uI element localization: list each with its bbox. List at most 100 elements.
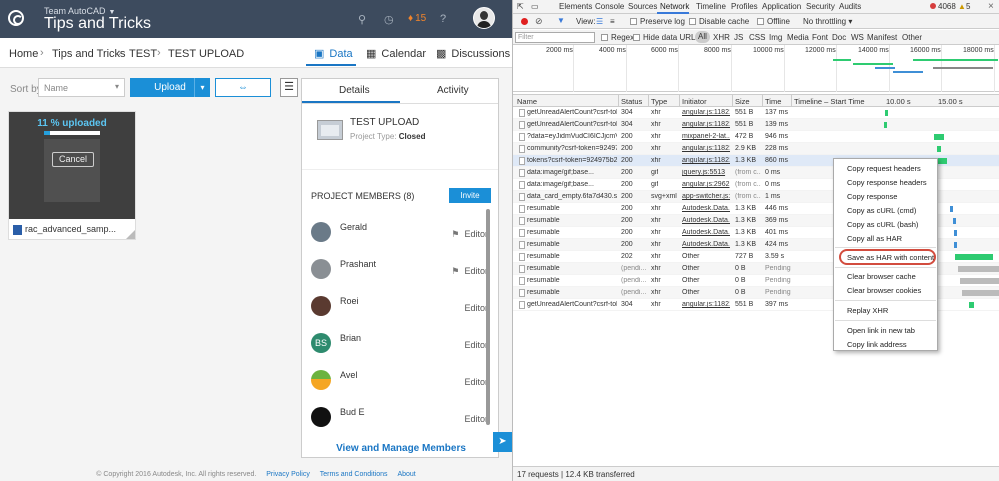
device-icon[interactable]: ▭: [531, 2, 539, 11]
member-role[interactable]: Editor: [464, 303, 488, 313]
member-row[interactable]: Roei Editor: [302, 296, 490, 326]
request-initiator[interactable]: Autodesk.Data...: [682, 229, 730, 236]
filter-type-css[interactable]: CSS: [749, 33, 765, 42]
regex-checkbox[interactable]: Regex: [601, 33, 634, 42]
tab-details[interactable]: Details: [339, 85, 370, 96]
request-initiator[interactable]: angular.js:11821: [682, 145, 730, 152]
tab-activity[interactable]: Activity: [437, 85, 469, 96]
request-row[interactable]: community?csrf-token=92497... 200 xhr angul…: [513, 143, 999, 155]
offline-checkbox[interactable]: Offline: [757, 17, 790, 26]
terms-link[interactable]: Terms and Conditions: [320, 471, 388, 478]
error-count[interactable]: 4068 ▲5: [930, 2, 970, 11]
tab-audits[interactable]: Audits: [839, 2, 861, 11]
privacy-link[interactable]: Privacy Policy: [266, 471, 310, 478]
inspect-icon[interactable]: ⇱: [517, 2, 524, 11]
help-icon[interactable]: ?: [440, 13, 446, 25]
member-row[interactable]: BS Brian Editor: [302, 333, 490, 363]
file-name[interactable]: rac_advanced_samp...: [13, 224, 116, 235]
app-logo-icon[interactable]: [8, 10, 24, 26]
breadcrumb-home[interactable]: Home: [9, 48, 38, 60]
tab-profiles[interactable]: Profiles: [731, 2, 758, 11]
request-initiator[interactable]: Autodesk.Data...: [682, 217, 730, 224]
column-time[interactable]: Time: [765, 97, 781, 106]
filter-type-font[interactable]: Font: [812, 33, 828, 42]
clear-icon[interactable]: ⊘: [535, 16, 543, 27]
request-initiator[interactable]: angular.js:2962: [682, 181, 730, 188]
filter-input[interactable]: Filter: [515, 32, 595, 43]
tab-network[interactable]: Network: [660, 2, 689, 11]
tab-application[interactable]: Application: [762, 2, 801, 11]
request-row[interactable]: getUnreadAlertCount?csrf-tok... 304 xhr ang…: [513, 119, 999, 131]
upload-dropdown-icon[interactable]: ▾: [194, 78, 210, 97]
request-initiator[interactable]: angular.js:11821: [682, 109, 730, 116]
tab-discussions[interactable]: ▩ Discussions: [436, 47, 510, 60]
column-status[interactable]: Status: [621, 97, 642, 106]
menu-item-copy-as-curl-bash[interactable]: Copy as cURL (bash): [847, 220, 918, 229]
filter-icon[interactable]: ▼: [557, 16, 565, 25]
request-initiator[interactable]: app-switcher.js:1: [682, 193, 730, 200]
filter-type-ws[interactable]: WS: [851, 33, 864, 42]
menu-item-copy-request-headers[interactable]: Copy request headers: [847, 164, 921, 173]
column-name[interactable]: Name: [517, 97, 537, 106]
request-initiator[interactable]: jquery.js:5513: [682, 169, 730, 176]
about-link[interactable]: About: [397, 471, 415, 478]
feedback-button[interactable]: ➤: [493, 432, 512, 452]
view-menu-button[interactable]: ☰: [280, 78, 298, 97]
tab-sources[interactable]: Sources: [628, 2, 657, 11]
search-icon[interactable]: ⚲: [358, 13, 366, 26]
member-role[interactable]: Editor: [464, 340, 488, 350]
tab-elements[interactable]: Elements: [559, 2, 592, 11]
breadcrumb-folder[interactable]: TEST: [129, 48, 157, 60]
request-row[interactable]: getUnreadAlertCount?csrf-tok... 304 xhr ang…: [513, 107, 999, 119]
column-type[interactable]: Type: [651, 97, 667, 106]
menu-item-clear-browser-cookies[interactable]: Clear browser cookies: [847, 286, 921, 295]
column-size[interactable]: Size: [735, 97, 750, 106]
file-card[interactable]: 11 % uploaded Cancel rac_advanced_samp..…: [8, 111, 136, 240]
member-row[interactable]: Gerald ⚑ Editor: [302, 222, 490, 252]
menu-item-copy-as-curl-cmd[interactable]: Copy as cURL (cmd): [847, 206, 916, 215]
menu-item-clear-browser-cache[interactable]: Clear browser cache: [847, 272, 916, 281]
request-initiator[interactable]: angular.js:11821: [682, 157, 730, 164]
menu-item-replay-xhr[interactable]: Replay XHR: [847, 306, 888, 315]
member-row[interactable]: Bud E Editor: [302, 407, 490, 437]
tab-timeline[interactable]: Timeline: [696, 2, 726, 11]
tab-calendar[interactable]: ▦ Calendar: [366, 47, 426, 60]
menu-item-copy-response[interactable]: Copy response: [847, 192, 897, 201]
menu-item-copy-response-headers[interactable]: Copy response headers: [847, 178, 927, 187]
request-initiator[interactable]: mixpanel-2-lat...: [682, 133, 730, 140]
filter-type-js[interactable]: JS: [734, 33, 743, 42]
preserve-log-checkbox[interactable]: Preserve log: [630, 17, 685, 26]
breadcrumb-project[interactable]: Tips and Tricks: [52, 48, 126, 60]
network-overview[interactable]: 2000 ms 4000 ms 6000 ms 8000 ms 10000 ms…: [513, 45, 999, 92]
member-row[interactable]: Avel Editor: [302, 370, 490, 400]
member-role[interactable]: ⚑ Editor: [451, 229, 488, 240]
notifications-button[interactable]: ♦ 15: [408, 13, 426, 24]
view-manage-members-link[interactable]: View and Manage Members: [302, 443, 498, 454]
column-initiator[interactable]: Initiator: [682, 97, 707, 106]
throttle-select[interactable]: No throttling ▾: [803, 17, 852, 26]
menu-item-open-link-in-new-tab[interactable]: Open link in new tab: [847, 326, 915, 335]
tab-data[interactable]: ▣ Data: [314, 47, 353, 60]
disable-cache-checkbox[interactable]: Disable cache: [689, 17, 749, 26]
request-initiator[interactable]: Other: [682, 253, 730, 260]
member-role[interactable]: Editor: [464, 414, 488, 424]
request-initiator[interactable]: Autodesk.Data...: [682, 241, 730, 248]
request-initiator[interactable]: angular.js:11821: [682, 301, 730, 308]
sort-select[interactable]: Name ▾: [38, 78, 125, 97]
filter-type-xhr[interactable]: XHR: [713, 33, 730, 42]
clock-icon[interactable]: ◷: [384, 13, 394, 26]
request-row[interactable]: ?data=eyJidmVudCI6ICJjcmVh... 200 xhr mixpa…: [513, 131, 999, 143]
member-row[interactable]: Prashant ⚑ Editor: [302, 259, 490, 289]
tab-security[interactable]: Security: [806, 2, 835, 11]
filter-type-doc[interactable]: Doc: [832, 33, 846, 42]
user-avatar[interactable]: [473, 7, 495, 29]
filter-type-img[interactable]: Img: [769, 33, 782, 42]
filter-type-all[interactable]: All: [695, 31, 710, 43]
filter-type-manifest[interactable]: Manifest: [867, 33, 897, 42]
upload-button[interactable]: Upload ▾: [130, 78, 210, 97]
request-initiator[interactable]: Autodesk.Data...: [682, 205, 730, 212]
request-initiator[interactable]: Other: [682, 265, 730, 272]
move-button[interactable]: ⇔: [215, 78, 271, 97]
hide-data-urls-checkbox[interactable]: Hide data URLs: [633, 33, 699, 42]
request-initiator[interactable]: angular.js:11821: [682, 121, 730, 128]
